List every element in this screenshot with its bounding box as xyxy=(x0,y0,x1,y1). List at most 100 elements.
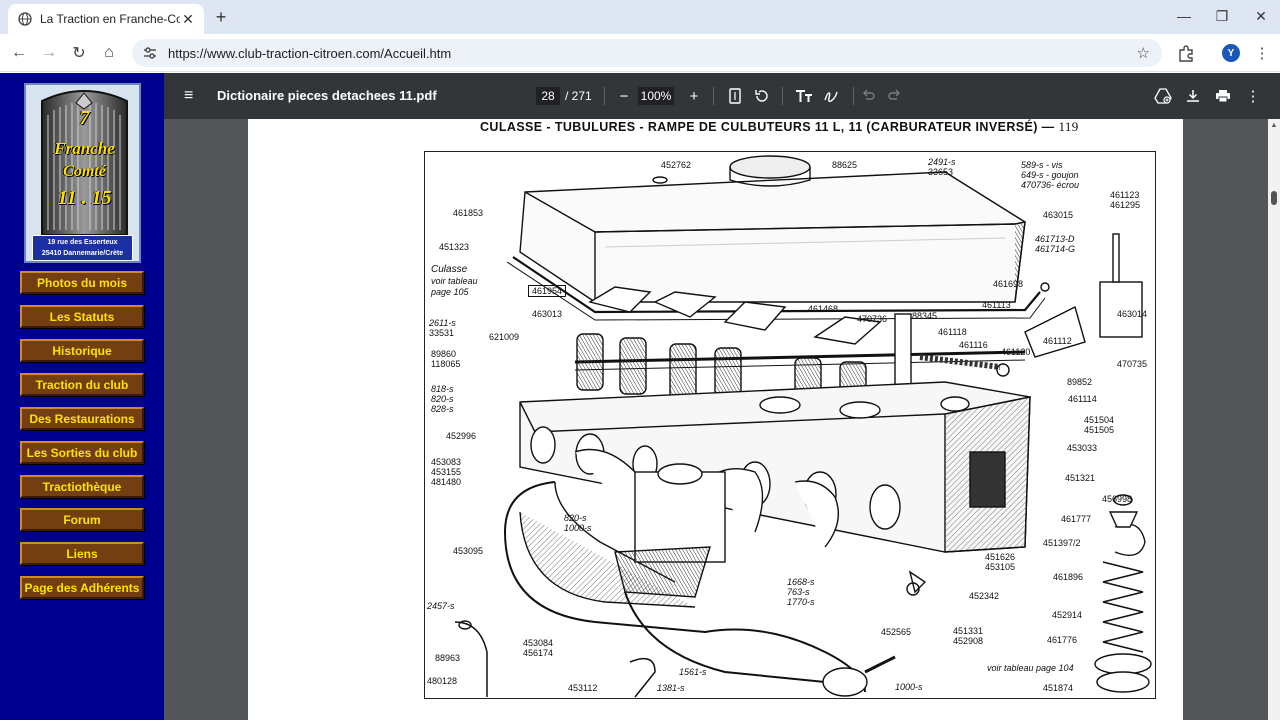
browser-menu-icon[interactable]: ⋮ xyxy=(1254,42,1270,64)
address-bar[interactable]: https://www.club-traction-citroen.com/Ac… xyxy=(132,39,1162,67)
ref-461118: 461118 xyxy=(938,327,967,337)
nav-des-restaurations[interactable]: Des Restaurations xyxy=(20,407,144,430)
url-text[interactable]: https://www.club-traction-citroen.com/Ac… xyxy=(168,46,1137,61)
page-number-input[interactable]: 28 xyxy=(536,87,560,105)
logo-comte: Comté xyxy=(63,163,106,180)
ref-452996: 452996 xyxy=(446,431,477,441)
fit-page-icon[interactable] xyxy=(724,85,746,107)
download-icon[interactable] xyxy=(1182,85,1204,107)
site-settings-icon[interactable] xyxy=(142,45,158,61)
ref-818-s: 818-s xyxy=(431,384,454,394)
club-logo[interactable]: 7 Franche Comté 11 . 15 19 rue des Esser… xyxy=(24,83,141,263)
ref-453105: 453105 xyxy=(985,562,1016,572)
ref-649-s: 649-s - goujon xyxy=(1021,170,1079,180)
ref-452914: 452914 xyxy=(1052,610,1083,620)
minimize-button[interactable]: — xyxy=(1166,6,1202,26)
maximize-button[interactable]: ❐ xyxy=(1204,6,1240,26)
ref-453112: 453112 xyxy=(568,683,598,693)
ref-452565: 452565 xyxy=(881,627,912,637)
bookmark-star-icon[interactable]: ☆ xyxy=(1137,44,1150,62)
save-to-drive-icon[interactable] xyxy=(1152,85,1174,107)
nav-historique[interactable]: Historique xyxy=(20,339,144,362)
ref-451321: 451321 xyxy=(1065,473,1096,483)
page-heading-text: CULASSE - TUBULURES - RAMPE DE CULBUTEUR… xyxy=(480,120,1055,134)
toolbar-divider xyxy=(853,87,854,105)
scroll-up-icon[interactable]: ▲ xyxy=(1270,122,1278,130)
close-window-button[interactable]: ✕ xyxy=(1243,6,1279,26)
rotate-icon[interactable] xyxy=(751,85,773,107)
ref-461120: 461120 xyxy=(1001,347,1031,357)
ref-828-s: 828-s xyxy=(431,404,454,414)
nav-les-statuts[interactable]: Les Statuts xyxy=(20,305,144,328)
ref-culasse: Culasse xyxy=(431,264,468,275)
toolbar-divider xyxy=(782,87,783,105)
print-icon[interactable] xyxy=(1212,85,1234,107)
ref-470736-ecrou: 470736- écrou xyxy=(1021,180,1080,190)
nav-traction-du-club[interactable]: Traction du club xyxy=(20,373,144,396)
ref-461896: 461896 xyxy=(1053,572,1084,582)
browser-tab-bar: La Traction en Franche-Comté ✕ + — ❐ ✕ xyxy=(0,0,1280,34)
ref-452762: 452762 xyxy=(661,160,692,170)
reload-button[interactable]: ↻ xyxy=(68,42,90,64)
pdf-scrollbar-thumb[interactable] xyxy=(1271,191,1277,205)
ref-820-s: 820-s xyxy=(431,394,454,404)
nav-forum[interactable]: Forum xyxy=(20,508,144,531)
pdf-title: Dictionaire pieces detachees 11.pdf xyxy=(217,88,437,103)
zoom-in-button[interactable]: + xyxy=(683,85,705,107)
nav-liens[interactable]: Liens xyxy=(20,542,144,565)
ref-voir-tableau-104: voir tableau page 104 xyxy=(987,663,1074,673)
ref-2457-s: 2457-s xyxy=(427,601,455,611)
nav-tractiotheque[interactable]: Tractiothèque xyxy=(20,475,144,498)
ref-461954: 461954 xyxy=(528,285,567,297)
ref-463013: 463013 xyxy=(532,309,563,319)
new-tab-button[interactable]: + xyxy=(212,8,230,26)
ref-461123: 461123 xyxy=(1110,190,1140,200)
logo-number: 7 xyxy=(79,107,90,129)
logo-models: 11 . 15 xyxy=(57,187,112,209)
club-address: 19 rue des Esserteux 25410 Dannemarie/Cr… xyxy=(32,235,133,261)
pdf-more-icon[interactable]: ⋮ xyxy=(1242,85,1264,107)
close-tab-icon[interactable]: ✕ xyxy=(180,11,196,28)
ref-463015: 463015 xyxy=(1043,210,1074,220)
extensions-icon[interactable] xyxy=(1176,43,1196,63)
nav-page-des-adherents[interactable]: Page des Adhérents xyxy=(20,576,144,599)
ref-2491-s: 2491-s xyxy=(928,157,956,167)
logo-franche: Franche xyxy=(54,139,115,158)
page-number-label: 119 xyxy=(1058,119,1079,134)
draw-icon[interactable] xyxy=(820,85,842,107)
zoom-out-button[interactable]: − xyxy=(613,85,635,107)
ref-1000-s-b: 1000-s xyxy=(895,682,923,692)
back-button[interactable]: ← xyxy=(8,42,30,64)
ref-453095: 453095 xyxy=(453,546,484,556)
pdf-page[interactable]: CULASSE - TUBULURES - RAMPE DE CULBUTEUR… xyxy=(248,119,1183,720)
ref-589-s: 589-s - vis xyxy=(1021,160,1063,170)
ref-453084: 453084 xyxy=(523,638,554,648)
ref-480128: 480128 xyxy=(427,676,458,686)
profile-avatar[interactable]: Y xyxy=(1222,44,1240,62)
pdf-scrollbar[interactable] xyxy=(1268,119,1280,720)
ref-461713-d: 461713-D xyxy=(1035,234,1075,244)
ref-461698: 461698 xyxy=(993,279,1024,289)
redo-icon[interactable] xyxy=(884,85,906,107)
ref-1561-s: 1561-s xyxy=(679,667,707,677)
nav-photos-du-mois[interactable]: Photos du mois xyxy=(20,271,144,294)
forward-button[interactable]: → xyxy=(38,42,60,64)
ref-451323: 451323 xyxy=(439,242,470,252)
ref-451626: 451626 xyxy=(985,552,1016,562)
ref-461776: 461776 xyxy=(1047,635,1078,645)
nav-les-sorties-du-club[interactable]: Les Sorties du club xyxy=(20,441,144,464)
home-button[interactable]: ⌂ xyxy=(98,42,120,64)
pdf-menu-icon[interactable]: ≡ xyxy=(184,87,200,105)
browser-tab[interactable]: La Traction en Franche-Comté ✕ xyxy=(8,4,204,34)
ref-461295: 461295 xyxy=(1110,200,1141,210)
ref-461853: 461853 xyxy=(453,208,484,218)
text-annotation-icon[interactable] xyxy=(793,85,815,107)
undo-icon[interactable] xyxy=(857,85,879,107)
ref-1000-s: 1000-s xyxy=(564,523,592,533)
tab-title: La Traction en Franche-Comté xyxy=(40,12,180,26)
site-sidebar: 7 Franche Comté 11 . 15 19 rue des Esser… xyxy=(0,73,164,720)
globe-icon xyxy=(18,12,32,26)
zoom-input[interactable]: 100% xyxy=(638,87,674,105)
ref-820-s-b: 820-s xyxy=(564,513,587,523)
ref-456998: 456998 xyxy=(1102,494,1133,504)
